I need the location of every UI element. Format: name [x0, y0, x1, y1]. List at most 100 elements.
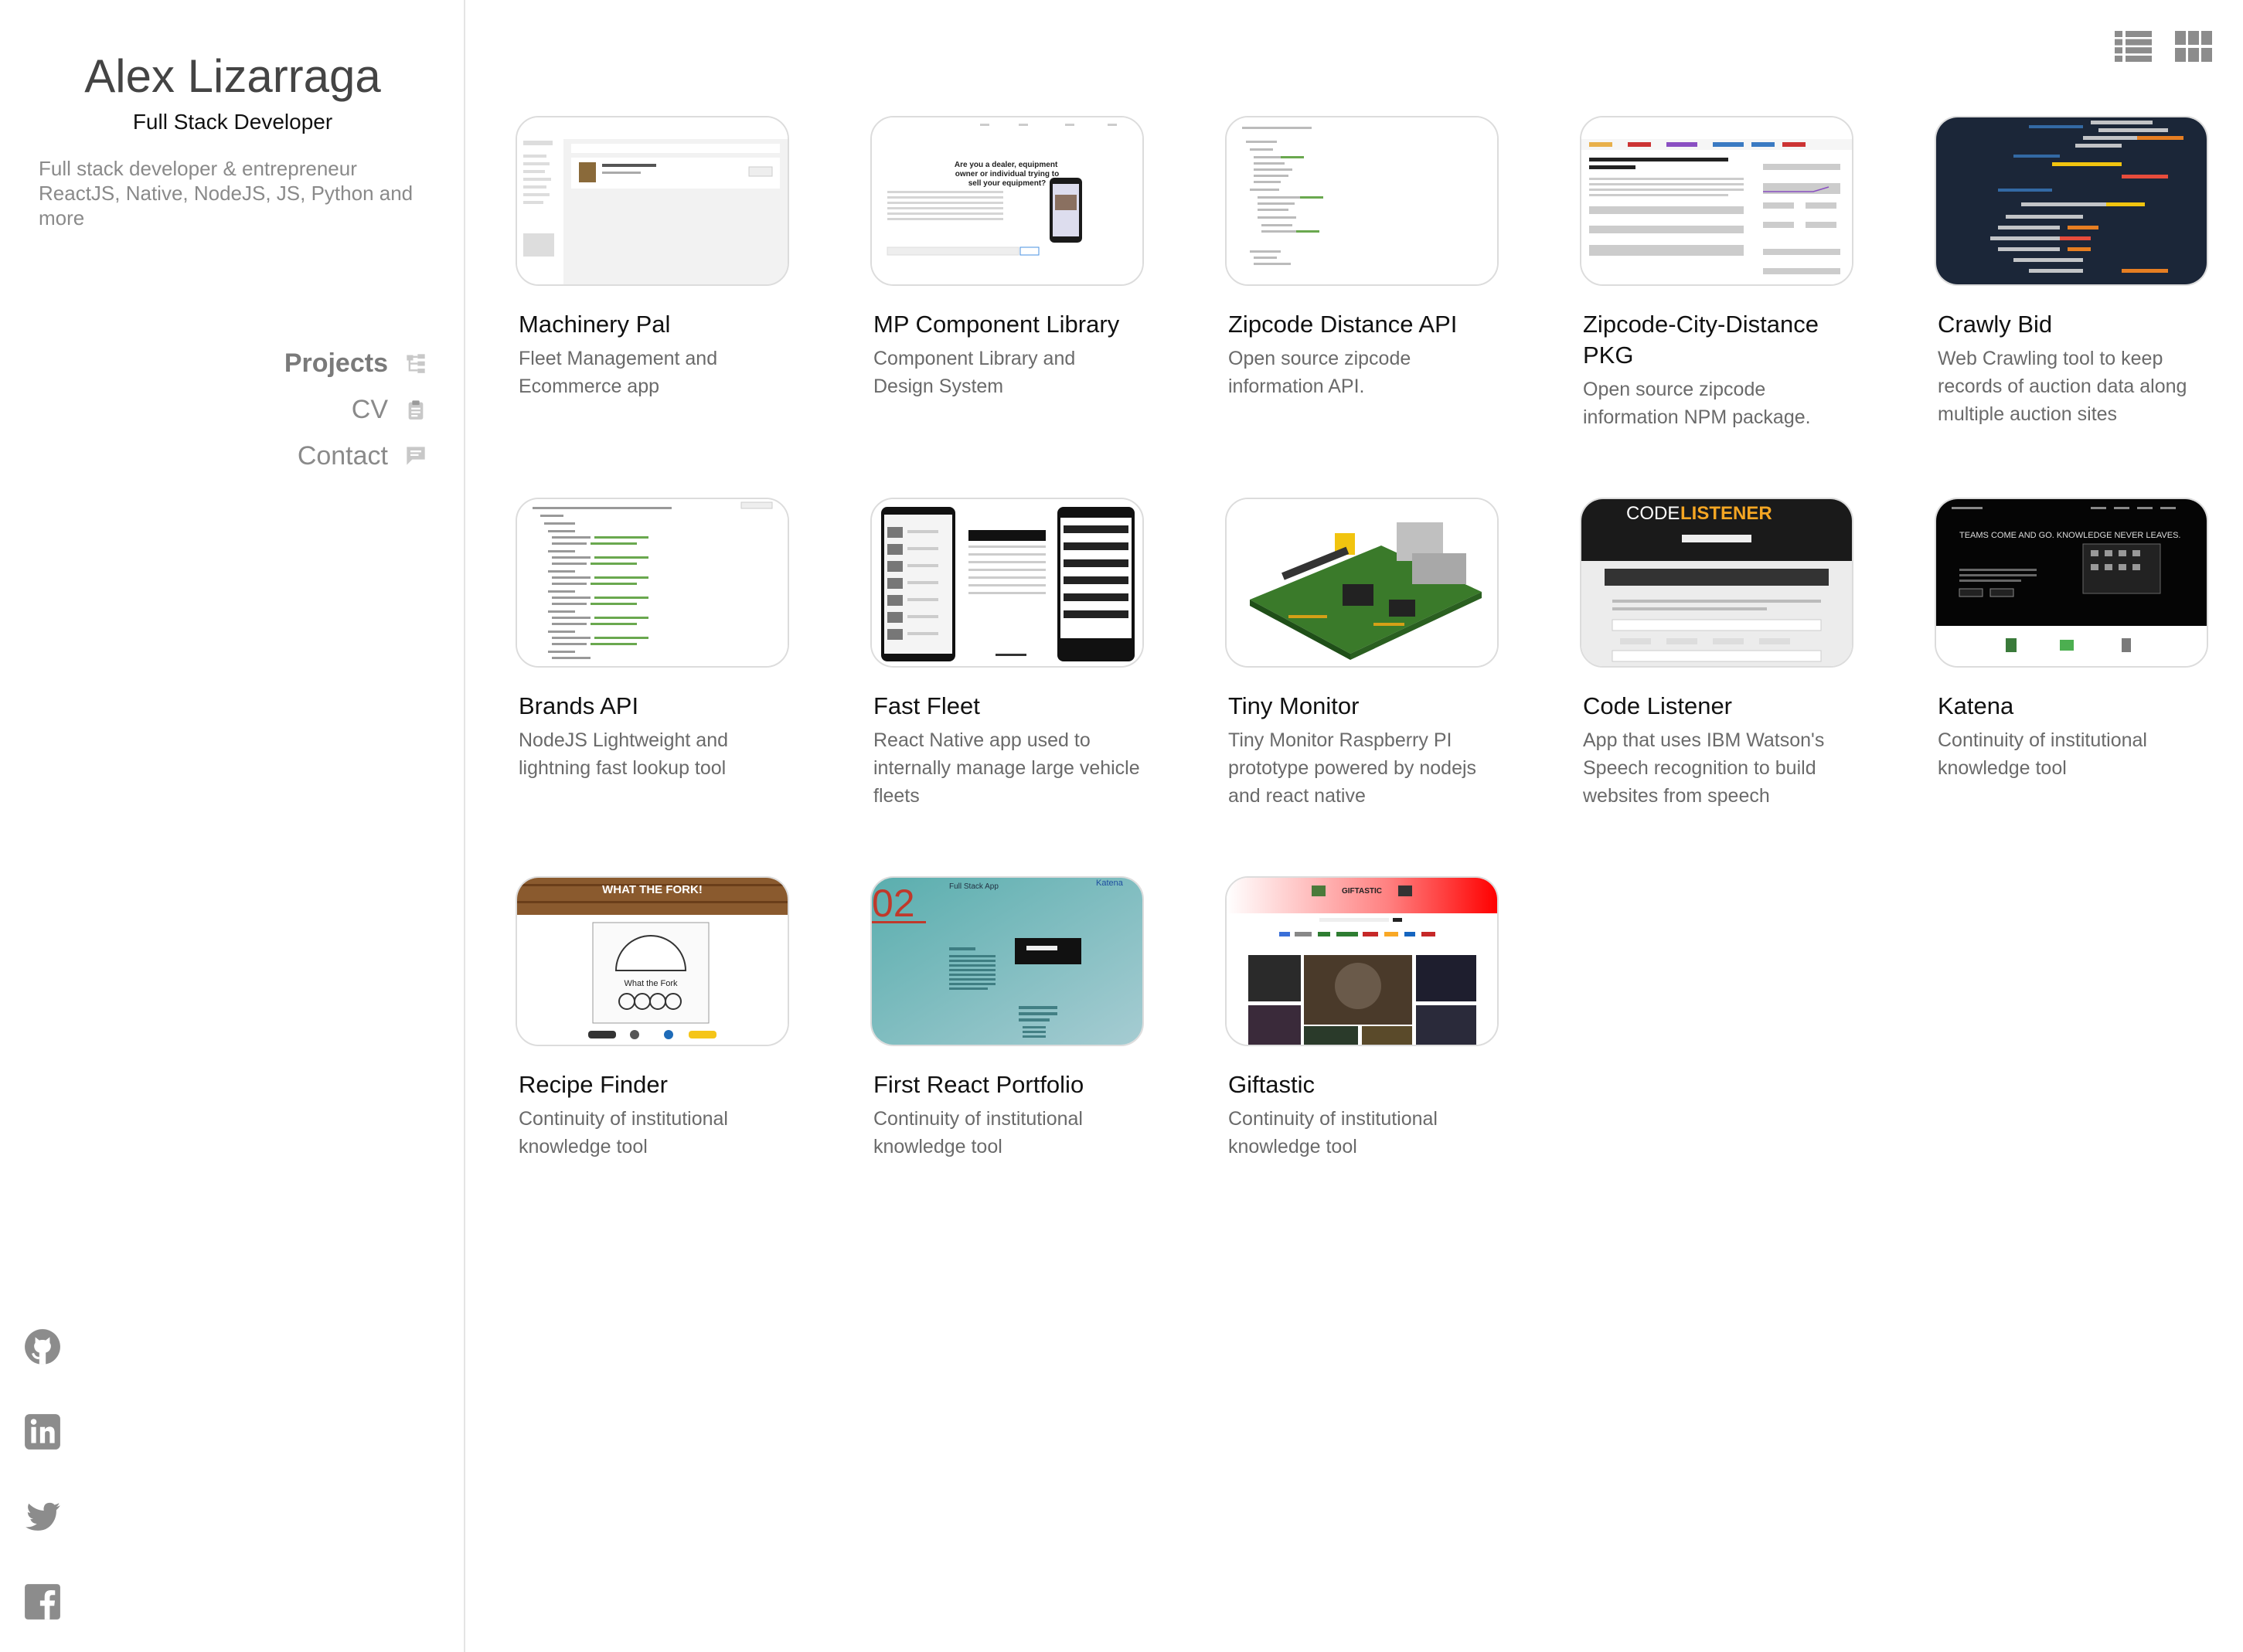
project-thumbnail[interactable] — [1225, 498, 1499, 668]
thumb-number: 02 — [872, 882, 915, 925]
json-code-screenshot — [517, 499, 788, 666]
project-description: Open source zipcode information NPM pack… — [1583, 379, 1811, 428]
project-title[interactable]: Zipcode-City-Distance PKG — [1583, 309, 1852, 371]
project-thumbnail[interactable]: GIFTASTIC — [1225, 876, 1499, 1046]
project-title[interactable]: MP Component Library — [873, 309, 1142, 340]
twitter-icon — [26, 1502, 60, 1531]
project-description: App that uses IBM Watson's Speech recogn… — [1583, 729, 1825, 807]
project-card-katena[interactable]: TEAMS COME AND GO. KNOWLEDGE NEVER LEAVE… — [1935, 498, 2208, 782]
project-title[interactable]: First React Portfolio — [873, 1069, 1142, 1100]
project-title[interactable]: Fast Fleet — [873, 691, 1142, 722]
thumb-headline-line: owner or individual trying to — [955, 170, 1059, 178]
project-title[interactable]: Tiny Monitor — [1228, 691, 1497, 722]
project-card-code-listener[interactable]: CODE LISTENER Code Listener App that use… — [1580, 498, 1853, 810]
profile-role: Full Stack Developer — [132, 110, 333, 134]
grid-view-icon[interactable] — [2175, 31, 2212, 62]
nav-item-contact[interactable]: Contact — [284, 433, 427, 479]
thumb-headline-line: sell your equipment? — [968, 179, 1047, 188]
npm-page-screenshot — [1581, 117, 1852, 284]
raspberry-pi-photo — [1227, 499, 1497, 666]
project-card-recipe-finder[interactable]: WHAT THE FORK! What the Fork Recipe Find… — [516, 876, 789, 1161]
svg-text:Are you a dealer, equipment: Are you a dealer, equipment owner or ind… — [955, 161, 1060, 188]
project-card-tiny-monitor[interactable]: Tiny Monitor Tiny Monitor Raspberry PI p… — [1225, 498, 1499, 810]
project-description: NodeJS Lightweight and lightning fast lo… — [519, 729, 729, 779]
project-description: Continuity of institutional knowledge to… — [1938, 729, 2147, 779]
sidebar: Alex Lizarraga Full Stack Developer Full… — [0, 0, 465, 1652]
nav-item-label: Contact — [297, 440, 388, 471]
project-thumbnail[interactable] — [1935, 116, 2208, 286]
project-thumbnail[interactable]: WHAT THE FORK! What the Fork — [516, 876, 789, 1046]
chat-icon — [407, 447, 425, 465]
project-card-zipcode-city-distance-pkg[interactable]: Zipcode-City-Distance PKG Open source zi… — [1580, 116, 1853, 431]
project-card-giftastic[interactable]: GIFTASTIC Giftastic Continuity of instit… — [1225, 876, 1499, 1161]
sidebar-nav: Projects CV Contact — [284, 340, 427, 479]
bio-line: more — [39, 206, 85, 229]
project-title[interactable]: Brands API — [519, 691, 788, 722]
project-title[interactable]: Crawly Bid — [1938, 309, 2207, 340]
linkedin-link[interactable] — [23, 1412, 62, 1451]
json-code-screenshot — [1227, 117, 1497, 284]
project-description: Open source zipcode information API. — [1228, 348, 1411, 397]
thumb-logo-part: LISTENER — [1680, 503, 1772, 524]
portfolio-screenshot: 02 Full Stack App Katena — [872, 878, 1142, 1045]
profile-bio: Full stack developer & entrepreneur Reac… — [39, 156, 441, 230]
thumb-banner: WHAT THE FORK! — [602, 883, 703, 896]
code-photo — [1936, 117, 2207, 284]
project-card-crawly-bid[interactable]: Crawly Bid Web Crawling tool to keep rec… — [1935, 116, 2208, 428]
project-title[interactable]: Recipe Finder — [519, 1069, 788, 1100]
thumb-name: Katena — [1096, 879, 1124, 888]
thumb-logo: What the Fork — [624, 979, 678, 988]
project-description: React Native app used to internally mana… — [873, 729, 1140, 807]
project-description: Tiny Monitor Raspberry PI prototype powe… — [1228, 729, 1477, 807]
project-thumbnail[interactable]: TEAMS COME AND GO. KNOWLEDGE NEVER LEAVE… — [1935, 498, 2208, 668]
project-thumbnail[interactable] — [516, 498, 789, 668]
thumb-headline: TEAMS COME AND GO. KNOWLEDGE NEVER LEAVE… — [1959, 531, 2180, 540]
project-card-fast-fleet[interactable]: Fast Fleet React Native app used to inte… — [870, 498, 1144, 810]
giftastic-screenshot: GIFTASTIC — [1227, 878, 1497, 1045]
project-title[interactable]: Zipcode Distance API — [1228, 309, 1497, 340]
facebook-link[interactable] — [23, 1582, 62, 1621]
project-title[interactable]: Giftastic — [1228, 1069, 1497, 1100]
twitter-link[interactable] — [23, 1497, 62, 1536]
code-listener-screenshot: CODE LISTENER — [1581, 499, 1852, 666]
project-thumbnail[interactable] — [1580, 116, 1853, 286]
project-thumbnail[interactable] — [870, 498, 1144, 668]
project-description: Continuity of institutional knowledge to… — [519, 1108, 728, 1157]
project-card-mp-component-library[interactable]: Are you a dealer, equipment owner or ind… — [870, 116, 1144, 400]
thumb-headline: Are you a dealer, equipment — [955, 161, 1058, 169]
thumb-logo: GIFTASTIC — [1342, 887, 1382, 896]
list-view-icon[interactable] — [2115, 31, 2152, 62]
project-card-brands-api[interactable]: Brands API NodeJS Lightweight and lightn… — [516, 498, 789, 782]
clipboard-icon — [408, 400, 424, 420]
project-description: Component Library and Design System — [873, 348, 1076, 397]
project-thumbnail[interactable] — [516, 116, 789, 286]
project-title[interactable]: Code Listener — [1583, 691, 1852, 722]
github-link[interactable] — [23, 1327, 62, 1366]
bio-line: Full stack developer & entrepreneur — [39, 157, 357, 180]
project-card-first-react-portfolio[interactable]: 02 Full Stack App Katena First React Por… — [870, 876, 1144, 1161]
nav-item-label: Projects — [284, 348, 388, 378]
project-card-machinery-pal[interactable]: Machinery Pal Fleet Management and Ecomm… — [516, 116, 789, 400]
landing-page-screenshot: Are you a dealer, equipment owner or ind… — [872, 117, 1142, 284]
nav-item-cv[interactable]: CV — [284, 386, 427, 433]
nav-item-label: CV — [351, 394, 388, 424]
linkedin-icon — [25, 1414, 60, 1450]
project-thumbnail[interactable] — [1225, 116, 1499, 286]
project-thumbnail[interactable]: 02 Full Stack App Katena — [870, 876, 1144, 1046]
profile-name: Alex Lizarraga — [84, 50, 381, 102]
project-thumbnail[interactable]: CODE LISTENER — [1580, 498, 1853, 668]
mobile-app-screenshots — [872, 499, 1142, 666]
project-thumbnail[interactable]: Are you a dealer, equipment owner or ind… — [870, 116, 1144, 286]
recipe-finder-screenshot: WHAT THE FORK! What the Fork — [517, 878, 788, 1045]
project-title[interactable]: Katena — [1938, 691, 2207, 722]
thumb-logo-part: CODE — [1626, 503, 1680, 524]
thumb-subtitle: Full Stack App — [949, 882, 999, 891]
tree-icon — [407, 354, 425, 373]
project-description: Web Crawling tool to keep records of auc… — [1938, 348, 2187, 425]
project-title[interactable]: Machinery Pal — [519, 309, 788, 340]
facebook-icon — [25, 1584, 60, 1620]
nav-item-projects[interactable]: Projects — [284, 340, 427, 386]
project-description: Continuity of institutional knowledge to… — [1228, 1108, 1438, 1157]
katena-screenshot: TEAMS COME AND GO. KNOWLEDGE NEVER LEAVE… — [1936, 499, 2207, 666]
project-card-zipcode-distance-api[interactable]: Zipcode Distance API Open source zipcode… — [1225, 116, 1499, 400]
